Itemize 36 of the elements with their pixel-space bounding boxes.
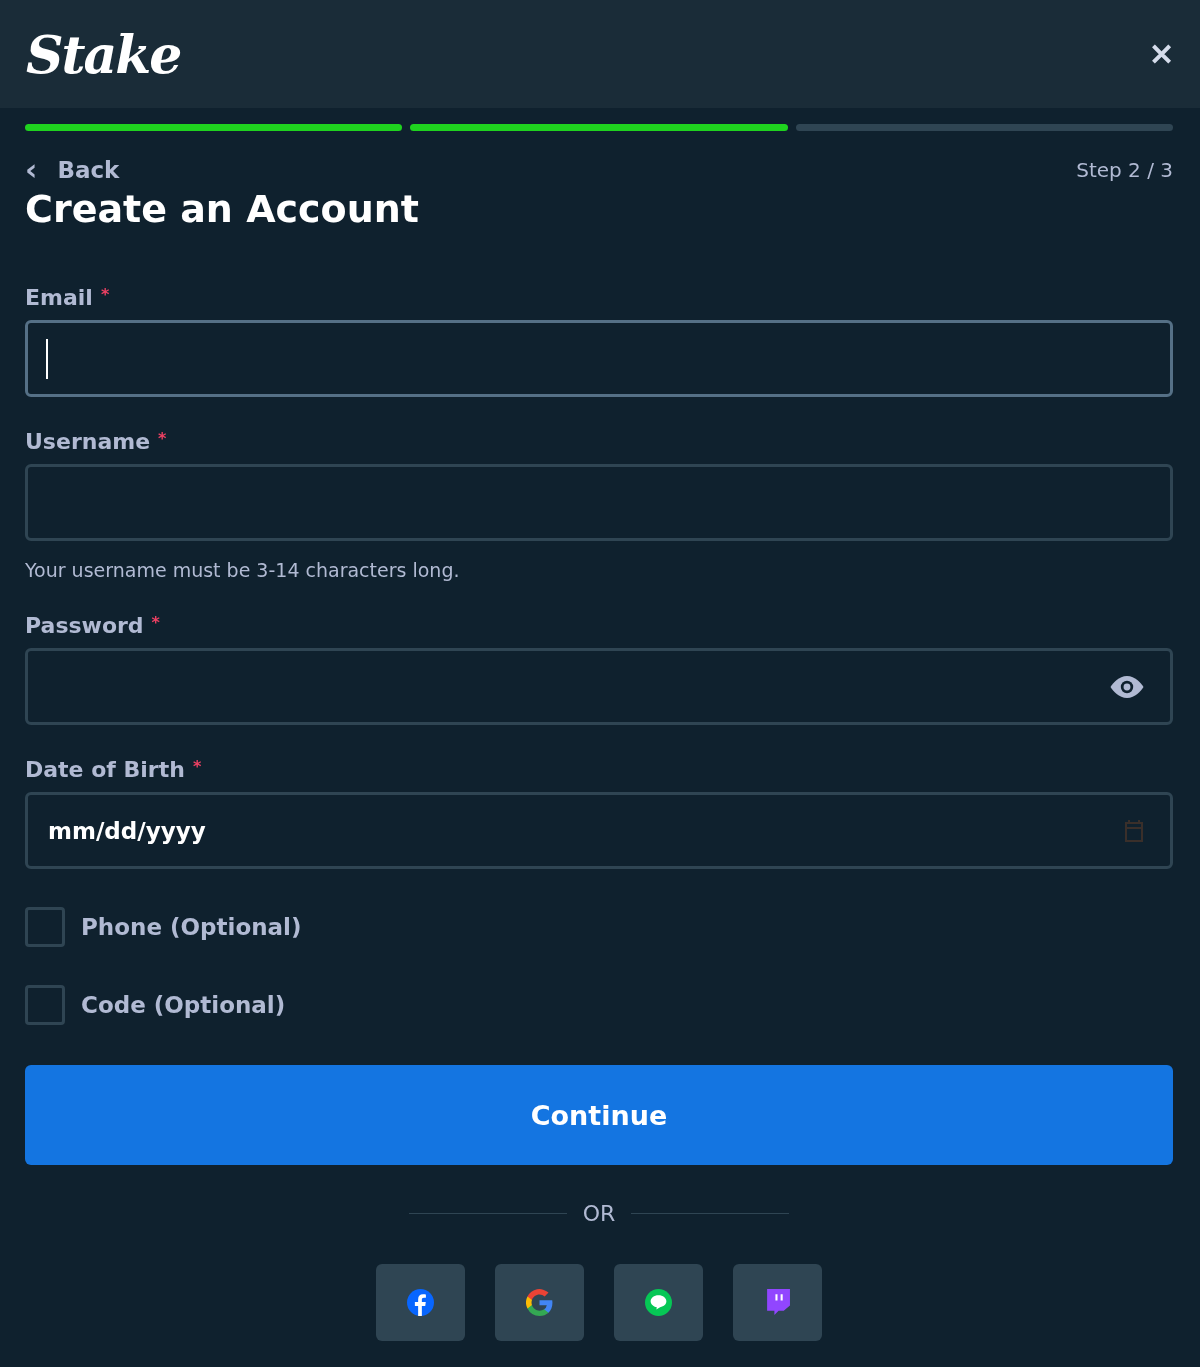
checkbox-label[interactable]: Phone (Optional) — [81, 914, 302, 940]
required-mark: * — [151, 613, 160, 632]
page-title: Create an Account — [25, 187, 420, 231]
required-mark: * — [100, 285, 110, 304]
field-label: Date of Birth — [25, 757, 185, 782]
required-mark: * — [192, 757, 202, 776]
facebook-icon — [407, 1289, 434, 1316]
email-field[interactable] — [25, 320, 1173, 397]
eye-icon[interactable] — [1110, 675, 1144, 698]
text-cursor — [46, 338, 48, 379]
continue-button[interactable]: Continue — [25, 1065, 1173, 1165]
checkbox-label[interactable]: Code (Optional) — [81, 992, 286, 1018]
field-label: Email — [25, 285, 93, 310]
twitch-icon — [765, 1289, 790, 1316]
google-login-button[interactable] — [495, 1264, 584, 1341]
google-icon — [526, 1289, 553, 1316]
field-label: Password — [25, 613, 144, 638]
back-button[interactable]: ‹ Back — [25, 157, 120, 183]
checkbox[interactable] — [25, 985, 65, 1025]
line-login-button[interactable] — [614, 1264, 703, 1341]
helper-text: Your username must be 3-14 characters long. — [25, 559, 461, 581]
text-field[interactable] — [25, 464, 1173, 541]
password-field[interactable] — [25, 648, 1173, 725]
twitch-login-button[interactable] — [733, 1264, 822, 1341]
field-value: mm/dd/yyyy — [48, 817, 206, 844]
checkbox[interactable] — [25, 907, 65, 947]
logo[interactable]: Stake — [26, 23, 181, 85]
calendar-icon[interactable] — [1124, 819, 1144, 842]
facebook-login-button[interactable] — [376, 1264, 465, 1341]
date-field[interactable]: mm/dd/yyyy — [25, 792, 1173, 869]
chat-bubble-icon — [645, 1289, 672, 1316]
step-indicator: Step 2 / 3 — [1076, 158, 1173, 182]
close-button[interactable]: ✕ — [1149, 36, 1174, 72]
required-mark: * — [158, 429, 167, 448]
divider-text: OR — [582, 1201, 616, 1226]
field-label: Username — [25, 429, 151, 454]
